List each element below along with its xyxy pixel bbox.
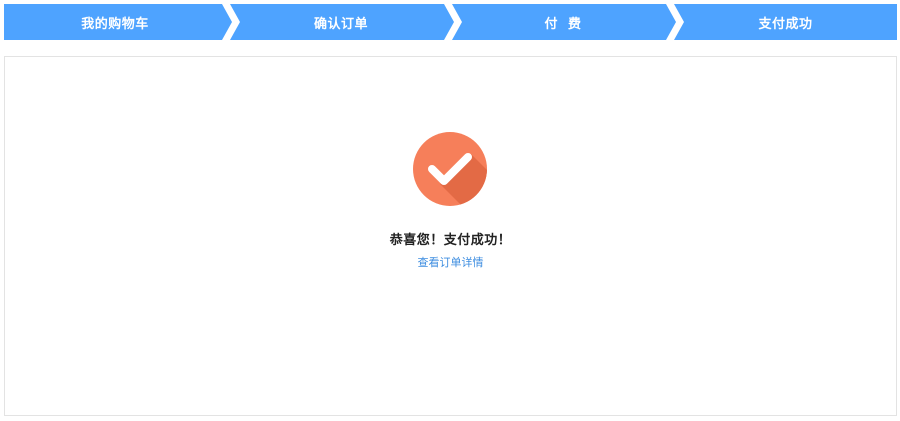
step-confirm-order: 确认订单 [230, 4, 452, 40]
step-separator-chevron-icon [444, 4, 462, 40]
step-payment-success-label: 支付成功 [758, 16, 813, 32]
check-circle-icon [413, 132, 487, 206]
success-message: 恭喜您！支付成功！ [389, 233, 512, 248]
step-cart-label: 我的购物车 [81, 16, 149, 32]
step-cart: 我的购物车 [4, 4, 226, 40]
step-payment: 付 费 [452, 4, 674, 40]
step-payment-label: 付 费 [544, 16, 582, 32]
step-payment-success: 支付成功 [674, 4, 897, 40]
result-panel: 恭喜您！支付成功！ 查看订单详情 [4, 56, 897, 416]
payment-success-page: 我的购物车 确认订单 付 费 支付成功 恭喜您！支付成功！ 查看订单详情 [0, 0, 900, 421]
checkout-progress-bar: 我的购物车 确认订单 付 费 支付成功 [4, 4, 897, 40]
view-order-details-link[interactable]: 查看订单详情 [5, 254, 896, 270]
step-separator-chevron-icon [666, 4, 684, 40]
step-confirm-order-label: 确认订单 [313, 16, 368, 32]
step-separator-chevron-icon [222, 4, 240, 40]
